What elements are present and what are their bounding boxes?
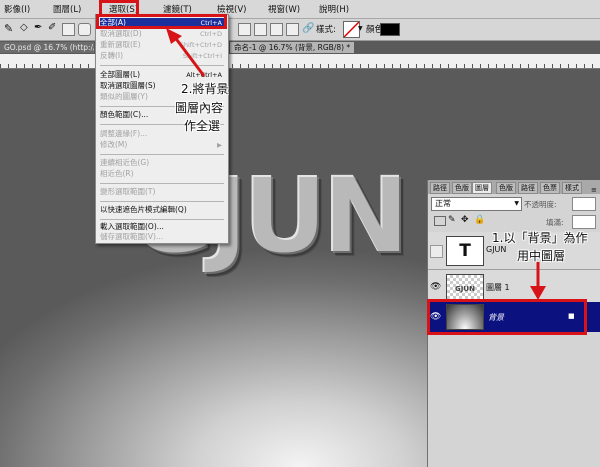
annotation-arrow-2 (166, 28, 206, 77)
freeform-pen-icon[interactable]: ✐ (48, 22, 56, 33)
menu-image[interactable]: 影像(I) (4, 3, 30, 15)
color-swatch[interactable] (380, 23, 400, 36)
layer-name: 圖層 1 (486, 283, 510, 292)
rectangle-shape-icon[interactable] (62, 23, 75, 36)
blend-mode-select[interactable]: 正常 ▼ (431, 197, 522, 211)
tab-channels-2[interactable]: 色版 (496, 182, 516, 194)
menu-separator (100, 219, 224, 220)
menu-item-label: 全部圖層(L) (100, 70, 141, 79)
intersect-icon[interactable] (270, 23, 283, 36)
menu-item-label: 變形選取範圍(T) (100, 187, 156, 196)
panel-menu-icon[interactable]: ≡ (591, 186, 597, 194)
tab-paths-2[interactable]: 路徑 (518, 182, 538, 194)
tab-swatches[interactable]: 色票 (540, 182, 560, 194)
annotation-step2-line3: 作全選 (184, 119, 221, 133)
lock-move-icon[interactable]: ✥ (461, 215, 469, 225)
menu-item-label: 連續相近色(G) (100, 158, 150, 167)
menu-item-quick-mask[interactable]: 以快速遮色片模式編輯(Q) (100, 205, 224, 215)
menu-item-save-selection[interactable]: 儲存選取範圍(V)... (100, 232, 224, 242)
horizontal-ruler (0, 54, 600, 69)
style-label: 樣式: (316, 25, 336, 35)
link-icon[interactable]: 🔗 (302, 23, 314, 34)
menu-item-label: 取消選取(D) (100, 29, 142, 38)
pen-tool-icon[interactable]: ✎ (4, 22, 13, 35)
menu-item-label: 修改(M) (100, 140, 128, 149)
annotation-step2-line1: 2.將背景 (181, 82, 229, 96)
menu-item-label: 取消選取圖層(S) (100, 81, 156, 90)
menu-item-label: 類似的圖層(Y) (100, 92, 148, 101)
options-bar: ✎ ◇ ✒ ✐ 🔗 樣式: ▼ 顏色: (0, 19, 600, 41)
menu-layer[interactable]: 圖層(L) (53, 3, 81, 15)
rounded-rect-icon[interactable] (78, 23, 91, 36)
path-icon[interactable]: ◇ (20, 22, 28, 33)
annotation-step1-line1: 1.以「背景」為作 (492, 231, 588, 245)
opacity-label: 不透明度: (524, 200, 557, 209)
menubar: 影像(I) 圖層(L) 選取(S) 濾鏡(T) 檢視(V) 視窗(W) 說明(H… (0, 0, 600, 19)
menu-window[interactable]: 視窗(W) (268, 3, 300, 15)
fill-input[interactable] (572, 215, 596, 229)
lock-all-icon[interactable]: 🔒 (474, 215, 485, 225)
document-tabs: GO.psd @ 16.7% (http://ww... 命名-1 @ 16.7… (0, 41, 600, 54)
combine-icon[interactable] (238, 23, 251, 36)
menu-item-label: 調整邊緣(F)... (100, 129, 148, 138)
menu-item-label: 相近色(R) (100, 169, 134, 178)
tab-styles[interactable]: 樣式 (562, 182, 582, 194)
menu-item-modify[interactable]: 修改(M) ▶ (100, 140, 224, 150)
menu-separator (100, 201, 224, 202)
layer-name: GJUN (486, 245, 507, 254)
tab-layers[interactable]: 圖層 (472, 182, 492, 194)
tab-paths[interactable]: 路徑 (430, 182, 450, 194)
text-layer-icon: T (446, 236, 484, 266)
pen-icon[interactable]: ✒ (34, 22, 42, 33)
menu-item-load-selection[interactable]: 載入選取範圍(O)... (100, 222, 224, 232)
menu-item-grow[interactable]: 連續相近色(G) (100, 158, 224, 168)
tab-untitled-1[interactable]: 命名-1 @ 16.7% (背景, RGB/8) * (230, 42, 355, 53)
chevron-right-icon: ▶ (217, 141, 222, 149)
annotation-step2-line2: 圖層內容 (175, 101, 224, 115)
tab-channels[interactable]: 色版 (452, 182, 472, 194)
menu-item-label: 儲存選取範圍(V)... (100, 232, 164, 241)
lock-paint-icon[interactable]: ✎ (448, 215, 456, 225)
menu-item-label: 反轉(I) (100, 51, 124, 60)
visibility-toggle[interactable] (430, 245, 443, 258)
menu-item-label: 顏色範圍(C)... (100, 110, 149, 119)
blend-mode-value: 正常 (435, 199, 451, 208)
menu-item-similar[interactable]: 相近色(R) (100, 169, 224, 179)
subtract-icon[interactable] (254, 23, 267, 36)
lock-transparent-icon[interactable] (434, 216, 446, 226)
menu-item-transform-selection[interactable]: 變形選取範圍(T) (100, 187, 224, 197)
background-layer-highlight (427, 299, 587, 335)
menu-help[interactable]: 說明(H) (319, 3, 349, 15)
opacity-input[interactable] (572, 197, 596, 211)
chevron-down-icon: ▼ (514, 200, 519, 207)
menu-item-label: 重新選取(E) (100, 40, 141, 49)
chevron-down-icon[interactable]: ▼ (358, 25, 363, 32)
tab-go-psd[interactable]: GO.psd @ 16.7% (http://ww... (0, 42, 94, 53)
fill-label: 填滿: (546, 218, 564, 227)
menu-item-label: 載入選取範圍(O)... (100, 222, 164, 231)
menu-item-label: 以快速遮色片模式編輯(Q) (100, 205, 187, 214)
annotation-arrow-1 (530, 262, 546, 300)
menu-separator (100, 154, 224, 155)
exclude-icon[interactable] (286, 23, 299, 36)
eye-icon[interactable]: 👁 (430, 282, 441, 293)
menu-separator (100, 183, 224, 184)
layers-list-empty (428, 334, 600, 467)
